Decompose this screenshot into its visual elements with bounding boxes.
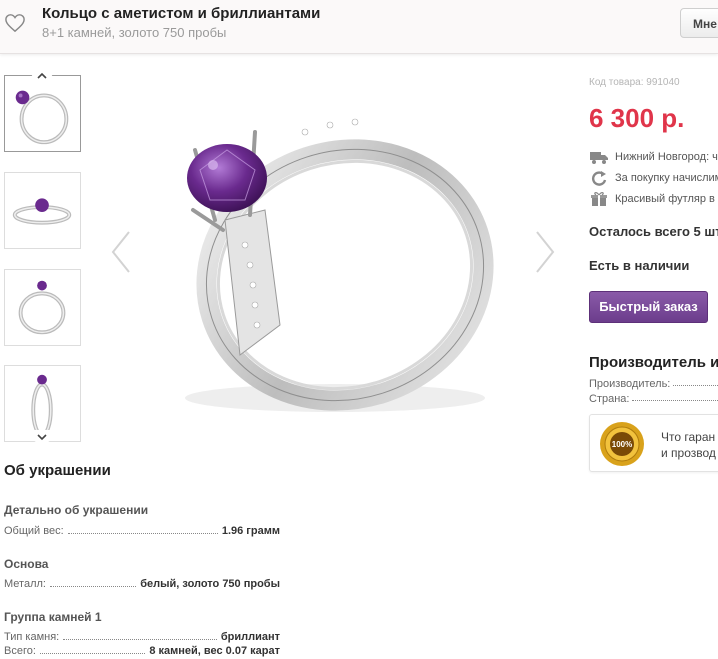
bonus-info: За покупку начислим — [589, 170, 718, 186]
product-header: Кольцо с аметистом и бриллиантами 8+1 ка… — [0, 0, 718, 54]
in-stock-text: Есть в наличии — [589, 258, 690, 273]
bonus-text: За покупку начислим — [615, 172, 718, 184]
product-price: 6 300 р. — [589, 103, 685, 133]
producer-row: Производитель: — [589, 378, 718, 390]
metal-row: Металл: белый, золото 750 пробы — [4, 578, 280, 590]
next-image-arrow-icon[interactable] — [533, 230, 557, 274]
weight-value: 1.96 грамм — [221, 525, 280, 537]
stones-section-title: Группа камней 1 — [4, 610, 102, 624]
stone-type-row: Тип камня: бриллиант — [4, 631, 280, 643]
guarantee-box[interactable]: 100% Что гаран и прозвод — [589, 414, 718, 472]
details-section-title: Детально об украшении — [4, 503, 149, 517]
producer-label: Производитель: — [589, 378, 671, 390]
gift-box-info: Красивый футляр в — [589, 191, 715, 207]
heart-icon[interactable] — [4, 13, 26, 33]
stone-type-value: бриллиант — [220, 631, 280, 643]
page-title: Кольцо с аметистом и бриллиантами — [42, 5, 321, 22]
country-row: Страна: Г — [589, 393, 718, 405]
about-section-title: Об украшении — [4, 462, 111, 479]
base-section-title: Основа — [4, 557, 49, 571]
guarantee-seal-icon: 100% — [600, 422, 644, 466]
stone-total-row: Всего: 8 камней, вес 0.07 карат — [4, 645, 280, 657]
product-sku: Код товара: 991040 — [589, 77, 680, 88]
guarantee-line-2: и прозвод — [661, 446, 716, 460]
metal-label: Металл: — [4, 578, 46, 590]
gift-icon — [591, 192, 607, 206]
metal-value: белый, золото 750 пробы — [140, 578, 280, 590]
main-product-image — [105, 70, 565, 450]
weight-label: Общий вес: — [4, 525, 64, 537]
gift-box-text: Красивый футляр в — [615, 193, 715, 205]
weight-row: Общий вес: 1.96 грамм — [4, 525, 280, 537]
guarantee-seal-text: 100% — [612, 440, 632, 449]
truck-icon — [590, 152, 608, 164]
guarantee-line-1: Что гаран — [661, 430, 716, 444]
country-label: Страна: — [589, 393, 630, 405]
stone-total-label: Всего: — [4, 645, 36, 657]
thumbnail-2[interactable] — [4, 172, 81, 249]
stone-type-label: Тип камня: — [4, 631, 60, 643]
quick-order-button[interactable]: Быстрый заказ — [589, 291, 708, 323]
menu-button[interactable]: Мне — [680, 8, 718, 38]
refresh-icon — [591, 171, 607, 186]
stone-total-value: 8 камней, вес 0.07 карат — [149, 645, 280, 657]
delivery-text: Нижний Новгород: ч — [615, 151, 718, 163]
stock-left-text: Осталось всего 5 шт — [589, 224, 718, 239]
thumbnail-1[interactable] — [4, 75, 81, 152]
delivery-info: Нижний Новгород: ч — [589, 149, 718, 165]
manufacturer-title: Производитель и п — [589, 354, 718, 371]
previous-image-arrow-icon[interactable] — [109, 230, 133, 274]
thumbnail-3[interactable] — [4, 269, 81, 346]
page-subtitle: 8+1 камней, золото 750 пробы — [42, 25, 227, 40]
